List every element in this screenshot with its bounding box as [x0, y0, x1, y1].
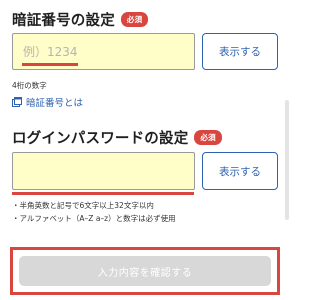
- pin-help-link-text[interactable]: 暗証番号とは: [26, 95, 83, 109]
- password-rule-length: ・半角英数と記号で6文字以上32文字以内: [12, 201, 154, 210]
- pin-error-underline: [22, 63, 78, 66]
- confirm-button[interactable]: 入力内容を確認する: [19, 256, 271, 286]
- pin-show-button[interactable]: 表示する: [202, 33, 278, 70]
- pin-help-link[interactable]: 暗証番号とは: [12, 95, 83, 109]
- pin-section-title: 暗証番号の設定 必須: [12, 9, 149, 30]
- password-rule-charset: ・アルファベット（A–Z a–z）と数字は必ず使用: [12, 214, 176, 223]
- login-password-error-underline: [12, 192, 194, 195]
- required-badge: 必須: [194, 130, 222, 145]
- pin-hint: 4桁の数字: [12, 81, 47, 90]
- pin-title-text: 暗証番号の設定: [12, 13, 115, 29]
- login-password-section-title: ログインパスワードの設定 必須: [12, 127, 222, 148]
- login-password-input-field[interactable]: [12, 152, 195, 190]
- login-password-input[interactable]: [13, 153, 194, 189]
- login-password-notes: ・半角英数と記号で6文字以上32文字以内 ・アルファベット（A–Z a–z）と数…: [12, 199, 176, 225]
- required-badge: 必須: [120, 12, 149, 27]
- confirm-button-highlight: 入力内容を確認する: [10, 247, 280, 295]
- window-icon: [12, 97, 22, 107]
- scrollbar[interactable]: [285, 100, 289, 220]
- login-password-title-text: ログインパスワードの設定: [12, 131, 189, 147]
- registration-form: 暗証番号の設定 必須 表示する 4桁の数字 暗証番号とは ログインパスワードの設定…: [0, 0, 290, 300]
- login-password-show-button[interactable]: 表示する: [202, 152, 278, 190]
